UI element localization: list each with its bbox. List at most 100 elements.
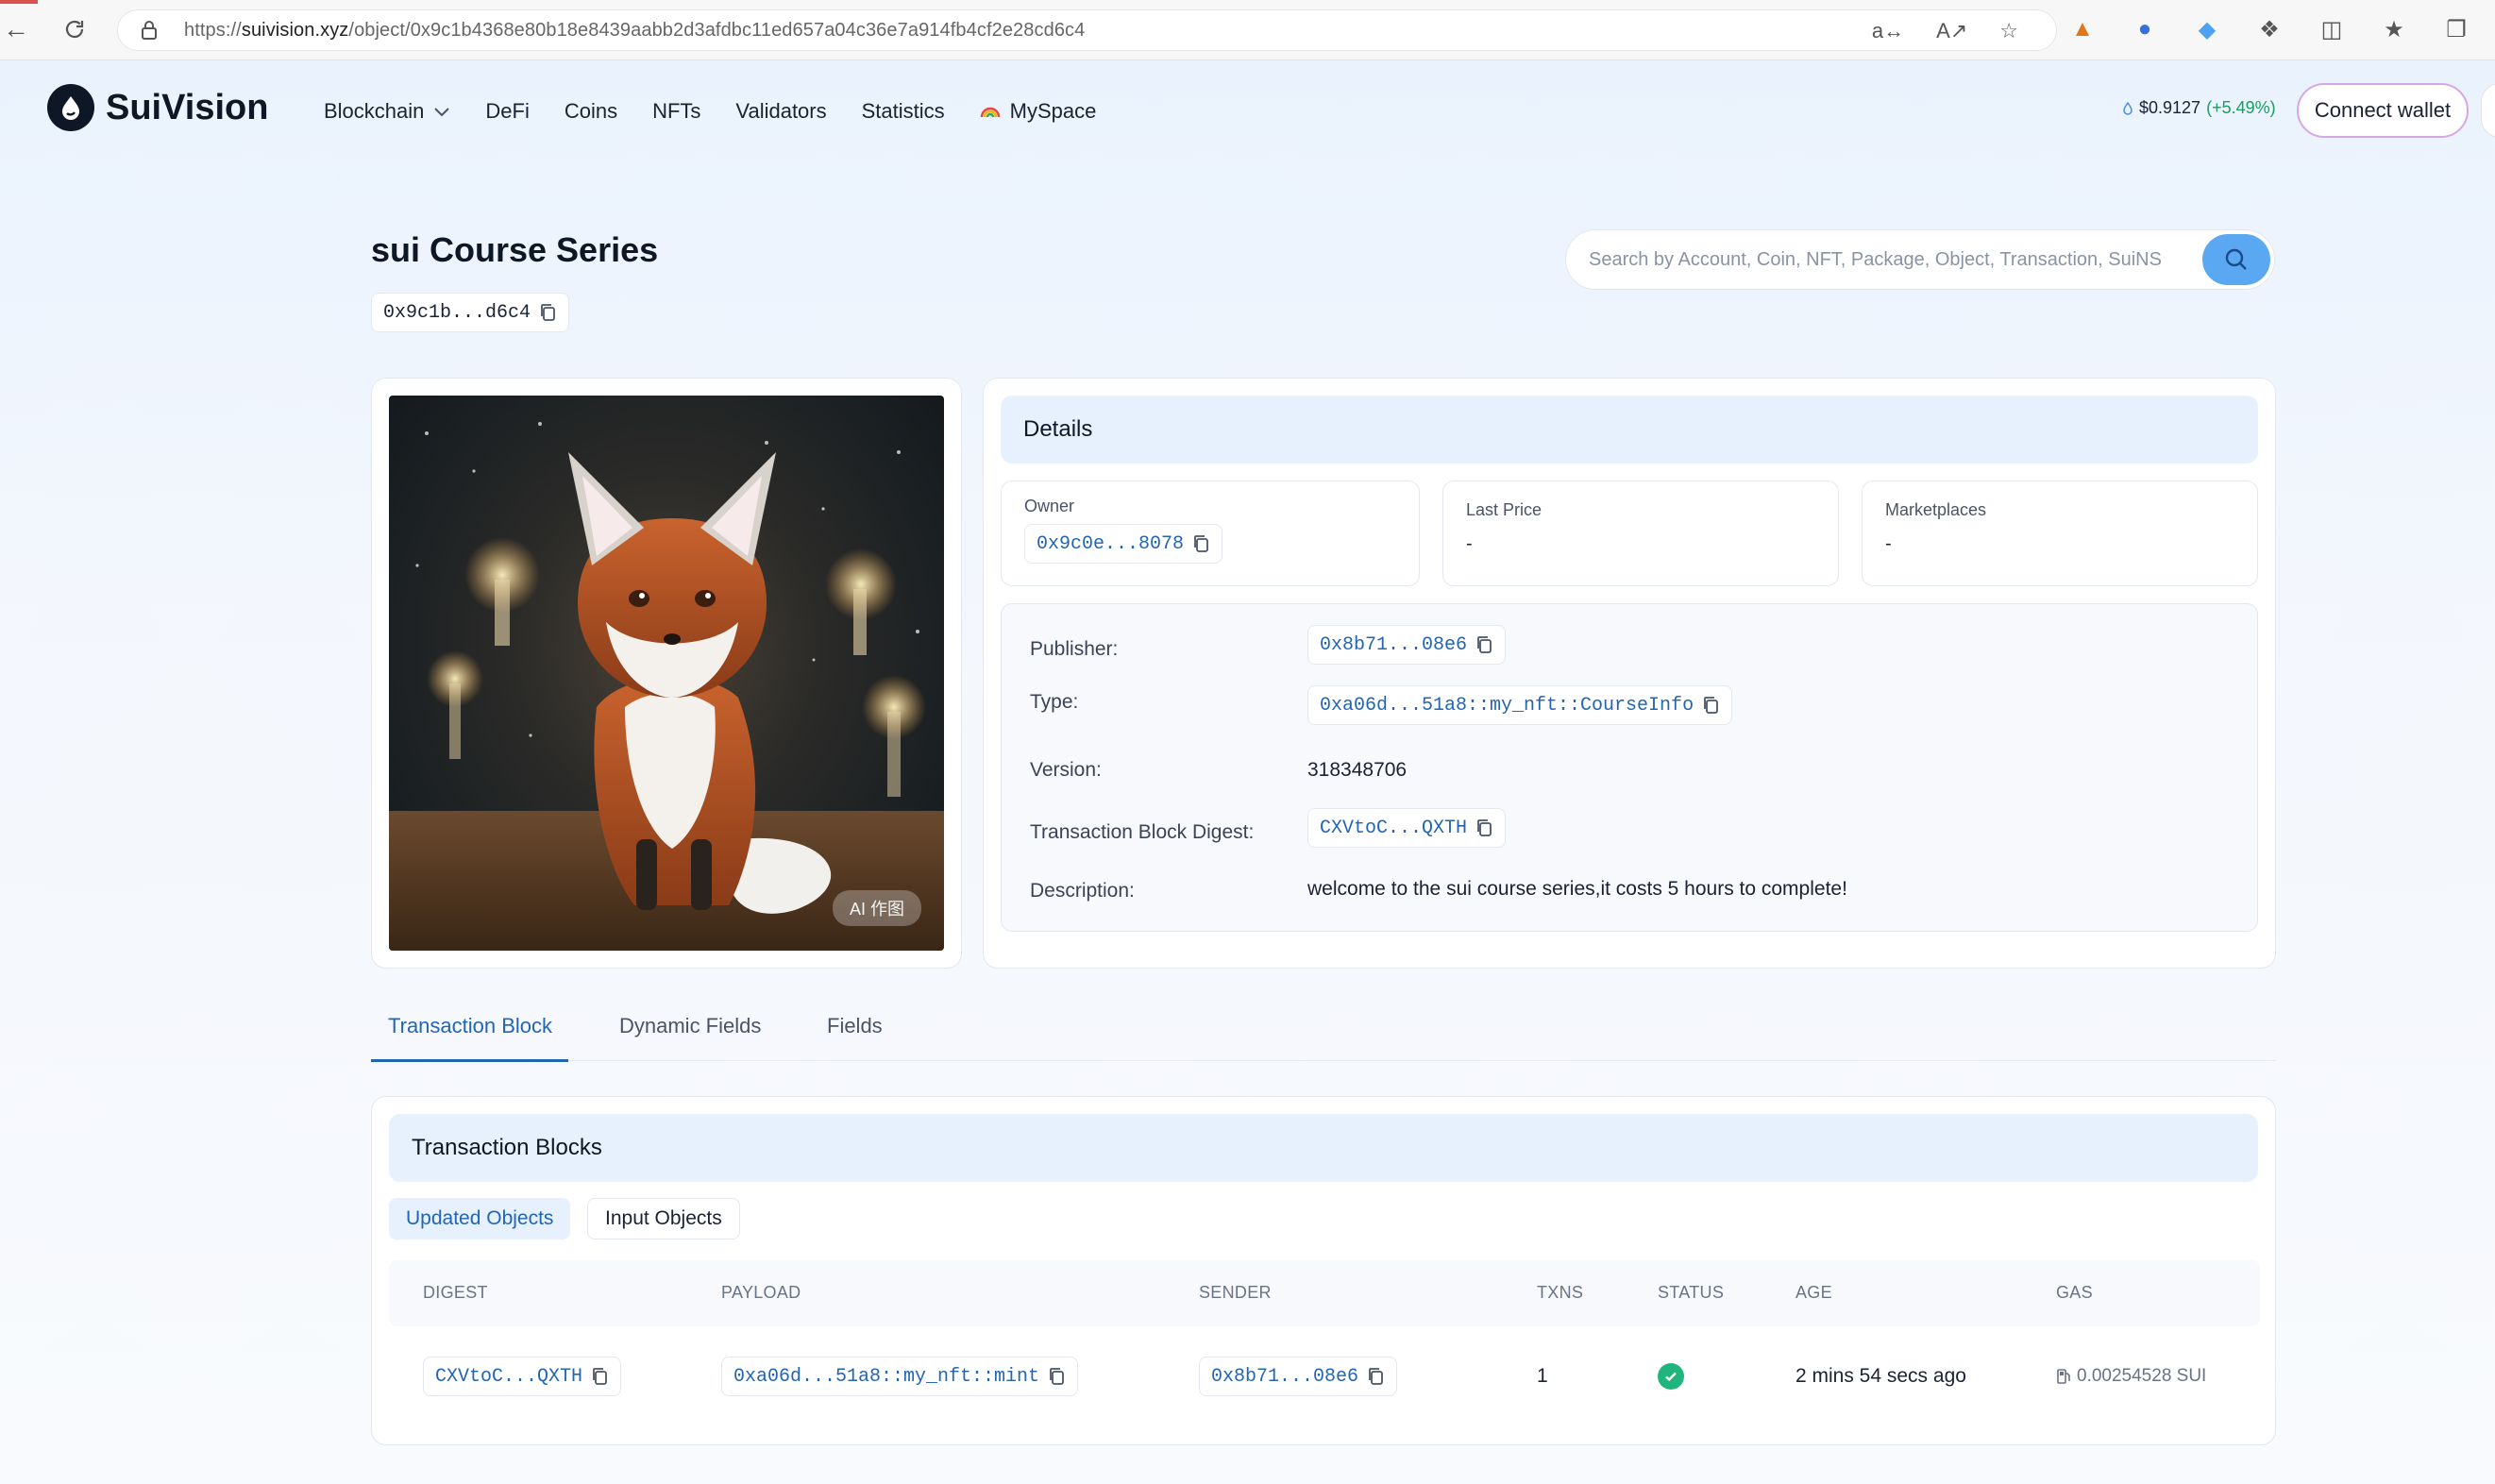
transaction-blocks-card: Transaction Blocks Updated Objects Input…: [371, 1096, 2276, 1445]
overflow-button[interactable]: [2481, 83, 2495, 138]
search-button[interactable]: [2202, 234, 2270, 285]
copy-icon[interactable]: [1047, 1366, 1066, 1387]
marketplaces-box: Marketplaces -: [1862, 481, 2258, 586]
copy-icon[interactable]: [1366, 1366, 1385, 1387]
tab-fields[interactable]: Fields: [827, 1014, 883, 1038]
active-tab-indicator: [371, 1059, 568, 1062]
column-header: AGE: [1795, 1283, 1832, 1302]
site-header: SuiVision Blockchain DeFi Coins NFTs Val…: [0, 60, 2495, 162]
digest-link: CXVtoC...QXTH: [435, 1365, 583, 1388]
column-header: PAYLOAD: [721, 1283, 801, 1302]
tab-dynamic-fields[interactable]: Dynamic Fields: [619, 1014, 761, 1038]
browser-toolbar: ← https://suivision.xyz/object/0x9c1b436…: [0, 0, 2495, 60]
owner-value: 0x9c0e...8078: [1037, 532, 1185, 555]
digest-chip[interactable]: CXVtoC...QXTH: [1307, 808, 1507, 848]
nav-label: Blockchain: [324, 99, 425, 123]
gas-pump-icon: [2057, 1369, 2070, 1384]
owner-box: Owner 0x9c0e...8078: [1001, 481, 1420, 586]
digest-field: CXVtoC...QXTH: [1307, 808, 1507, 848]
copy-icon[interactable]: [1191, 533, 1210, 554]
connect-wallet-button[interactable]: Connect wallet: [2297, 83, 2469, 138]
metamask-extension-icon[interactable]: ▲: [2067, 13, 2098, 45]
copy-icon[interactable]: [1475, 818, 1493, 838]
row-digest: CXVtoC...QXTH: [423, 1357, 622, 1396]
table-header: DIGEST PAYLOAD SENDER TXNS STATUS AGE GA…: [389, 1260, 2260, 1326]
column-header: SENDER: [1199, 1283, 1272, 1302]
marketplaces-label: Marketplaces: [1885, 500, 1987, 519]
nft-image[interactable]: AI 作图: [389, 396, 944, 951]
publisher-value: 0x8b71...08e6: [1320, 633, 1468, 656]
type-chip[interactable]: 0xa06d...51a8::my_nft::CourseInfo: [1307, 685, 1733, 725]
extensions-puzzle-icon[interactable]: ❖: [2254, 13, 2284, 45]
version-value: 318348706: [1307, 759, 1408, 781]
table-row: CXVtoC...QXTH 0xa06d...51a8::my_nft::min…: [389, 1337, 2260, 1416]
gas-value: 0.00254528 SUI: [2077, 1366, 2207, 1386]
sender-link-chip[interactable]: 0x8b71...08e6: [1199, 1357, 1398, 1396]
owner-chip[interactable]: 0x9c0e...8078: [1024, 524, 1223, 564]
extension-drop-icon[interactable]: ◆: [2192, 13, 2222, 45]
tab-transaction-block[interactable]: Transaction Block: [388, 1014, 552, 1038]
details-heading: Details: [1001, 396, 2258, 464]
copy-icon[interactable]: [538, 302, 557, 323]
digest-link-chip[interactable]: CXVtoC...QXTH: [423, 1357, 622, 1396]
object-tabs: Transaction Block Dynamic Fields Fields: [371, 1001, 2276, 1062]
properties-panel: Publisher: 0x8b71...08e6 Type: 0xa06d...…: [1001, 603, 2258, 932]
lock-icon: [141, 21, 158, 40]
sender-link: 0x8b71...08e6: [1211, 1365, 1359, 1388]
nav-statistics[interactable]: Statistics: [862, 99, 945, 124]
input-objects-toggle[interactable]: Input Objects: [587, 1198, 740, 1239]
nav-blockchain[interactable]: Blockchain: [324, 99, 450, 124]
column-header: TXNS: [1537, 1283, 1584, 1302]
publisher-field: 0x8b71...08e6: [1307, 625, 1507, 665]
payload-link: 0xa06d...51a8::my_nft::mint: [733, 1365, 1040, 1388]
object-address-chip[interactable]: 0x9c1b...d6c4: [371, 293, 570, 332]
description-label: Description:: [1030, 880, 1135, 902]
logo[interactable]: SuiVision: [47, 84, 268, 131]
updated-objects-toggle[interactable]: Updated Objects: [389, 1198, 571, 1239]
copy-icon[interactable]: [590, 1366, 609, 1387]
search-icon: [2225, 248, 2247, 270]
search-input[interactable]: [1589, 248, 2174, 271]
last-price-value: -: [1466, 533, 1473, 554]
nav-label: NFTs: [652, 99, 701, 123]
marketplaces-value: -: [1885, 533, 1892, 554]
row-sender: 0x8b71...08e6: [1199, 1357, 1398, 1396]
address-bar[interactable]: https://suivision.xyz/object/0x9c1b4368e…: [117, 9, 2057, 51]
price-value: $0.9127: [2139, 98, 2201, 117]
nav-validators[interactable]: Validators: [735, 99, 826, 124]
row-txns: 1: [1537, 1365, 1548, 1387]
back-icon[interactable]: ←: [0, 13, 32, 45]
reload-icon[interactable]: [59, 13, 91, 45]
nav-label: Validators: [735, 99, 827, 123]
nav-nfts[interactable]: NFTs: [652, 99, 700, 124]
nav-label: MySpace: [1009, 99, 1097, 123]
type-field: 0xa06d...51a8::my_nft::CourseInfo: [1307, 685, 1733, 725]
nav-label: Coins: [564, 99, 618, 123]
type-value: 0xa06d...51a8::my_nft::CourseInfo: [1320, 694, 1694, 717]
details-card: Details Owner 0x9c0e...8078 Last Price -…: [983, 378, 2276, 969]
nav-myspace[interactable]: MySpace: [980, 99, 1097, 124]
payload-link-chip[interactable]: 0xa06d...51a8::my_nft::mint: [721, 1357, 1079, 1396]
row-status: [1658, 1363, 1684, 1390]
collections-icon[interactable]: ❐: [2441, 13, 2471, 45]
publisher-chip[interactable]: 0x8b71...08e6: [1307, 625, 1507, 665]
description-value: welcome to the sui course series,it cost…: [1307, 878, 1847, 900]
transaction-blocks-heading: Transaction Blocks: [389, 1114, 2258, 1182]
column-header: GAS: [2056, 1283, 2093, 1302]
translate-icon[interactable]: a↔: [1872, 19, 1904, 43]
favorites-icon[interactable]: ★: [2379, 13, 2409, 45]
nav-label: DeFi: [485, 99, 530, 123]
copy-icon[interactable]: [1475, 634, 1493, 655]
extension-globe-icon[interactable]: ●: [2130, 13, 2160, 45]
read-aloud-icon[interactable]: A↗: [1936, 19, 1967, 43]
price-change: (+5.49%): [2206, 98, 2276, 117]
type-label: Type:: [1030, 691, 1079, 713]
copy-icon[interactable]: [1701, 695, 1720, 716]
favorite-star-icon[interactable]: ☆: [1999, 19, 2018, 43]
nav-coins[interactable]: Coins: [565, 99, 617, 124]
nav-defi[interactable]: DeFi: [485, 99, 529, 124]
split-screen-icon[interactable]: ◫: [2317, 13, 2347, 45]
row-gas: 0.00254528 SUI: [2056, 1366, 2206, 1387]
last-price-box: Last Price -: [1442, 481, 1839, 586]
url-text: https://suivision.xyz/object/0x9c1b4368e…: [184, 19, 1086, 41]
